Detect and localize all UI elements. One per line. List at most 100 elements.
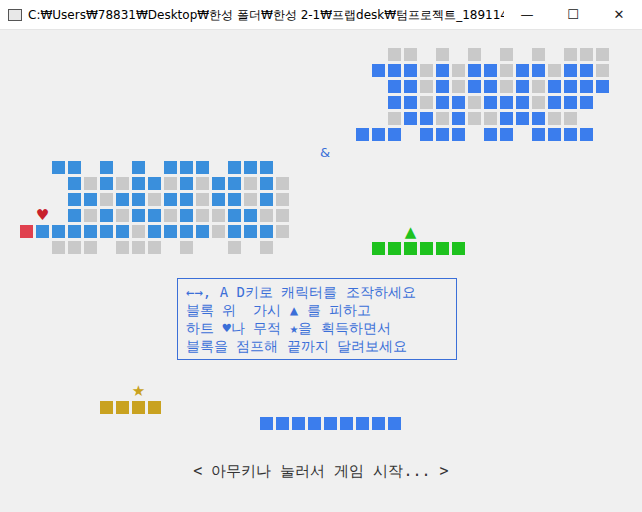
empty-cell [20,161,33,174]
empty-cell [116,161,129,174]
minimize-button[interactable]: — [504,0,550,30]
empty-cell [356,112,369,125]
block [228,241,241,254]
block [436,80,449,93]
block [436,48,449,61]
block [132,241,145,254]
block [420,128,433,141]
block-cluster: ♥ [20,161,289,254]
block-row: ★ [100,385,161,398]
block [532,48,545,61]
block [308,417,321,430]
block [36,225,49,238]
block [260,417,273,430]
block-row: ♥ [20,209,289,222]
block [532,96,545,109]
empty-cell [36,241,49,254]
block [516,80,529,93]
window-controls: —☐✕ [504,0,642,30]
item-glyph: ▲ [405,225,417,240]
block-row [356,112,609,125]
block-row [356,80,609,93]
close-button[interactable]: ✕ [596,0,642,30]
player [20,225,33,238]
block [196,225,209,238]
block [84,177,97,190]
empty-cell [596,112,609,125]
empty-cell [20,193,33,206]
block-row [356,96,609,109]
block-row [20,161,289,174]
block [388,64,401,77]
prompt-text: < 아무키나 눌러서 게임 시작... > [193,460,448,483]
block [100,401,113,414]
block [276,193,289,206]
block [452,64,465,77]
block [180,241,193,254]
block [132,209,145,222]
block [436,96,449,109]
empty-cell [276,241,289,254]
block [548,96,561,109]
block [580,128,593,141]
block-row [20,177,289,190]
block [244,209,257,222]
empty-cell [516,48,529,61]
block [148,209,161,222]
block [404,112,417,125]
block [68,193,81,206]
block-row [100,401,161,414]
block [52,161,65,174]
block-row [356,48,609,61]
block [116,241,129,254]
block [372,64,385,77]
block-row [260,417,401,430]
empty-cell [148,161,161,174]
empty-cell [52,209,65,222]
block-cluster [356,48,609,141]
block [436,64,449,77]
maximize-button[interactable]: ☐ [550,0,596,30]
block [404,242,417,255]
block [228,161,241,174]
block [164,193,177,206]
block [500,48,513,61]
block [276,417,289,430]
empty-cell [596,96,609,109]
empty-cell [196,241,209,254]
block [388,128,401,141]
block [100,209,113,222]
block [260,177,273,190]
block [596,64,609,77]
block-row [20,241,289,254]
empty-cell [372,80,385,93]
block [228,177,241,190]
block [260,193,273,206]
block [420,242,433,255]
block [68,209,81,222]
block [116,193,129,206]
block [68,177,81,190]
empty-cell [52,193,65,206]
block [84,225,97,238]
star-item: ★ [132,385,145,398]
empty-cell [404,128,417,141]
block [372,417,385,430]
spike: ▲ [404,226,417,239]
block [436,128,449,141]
block [548,128,561,141]
block [196,193,209,206]
block-row [20,193,289,206]
block [292,417,305,430]
block [84,193,97,206]
block [164,161,177,174]
empty-cell [116,385,129,398]
block [68,161,81,174]
block [388,48,401,61]
block [580,64,593,77]
block [212,193,225,206]
empty-cell [548,48,561,61]
empty-cell [372,226,385,239]
block [404,64,417,77]
block [468,48,481,61]
